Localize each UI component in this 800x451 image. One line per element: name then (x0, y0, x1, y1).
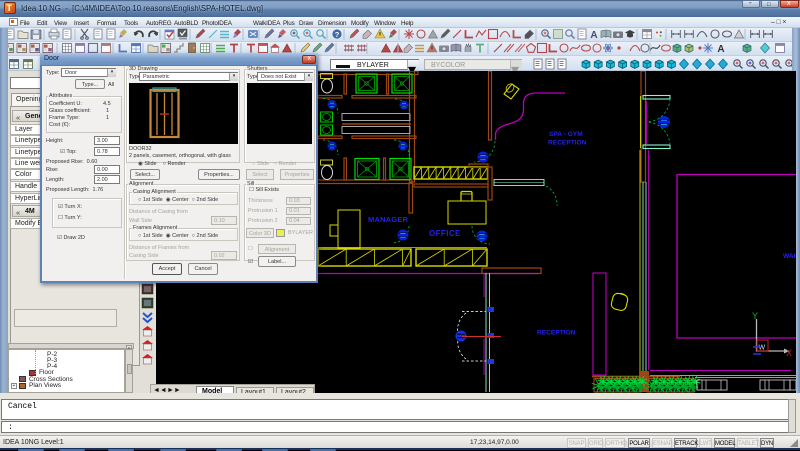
svg-text:SPA - GYM: SPA - GYM (549, 131, 583, 138)
svg-text:MANAGER: MANAGER (368, 215, 409, 224)
svg-text:OFFICE: OFFICE (429, 229, 461, 238)
svg-text:W: W (759, 345, 766, 352)
svg-text:RECEPTION: RECEPTION (537, 330, 576, 337)
svg-text:X: X (786, 348, 792, 358)
svg-text:Y: Y (752, 311, 758, 321)
svg-text:RECEPTION: RECEPTION (548, 140, 587, 147)
svg-text:WAI: WAI (783, 253, 796, 260)
